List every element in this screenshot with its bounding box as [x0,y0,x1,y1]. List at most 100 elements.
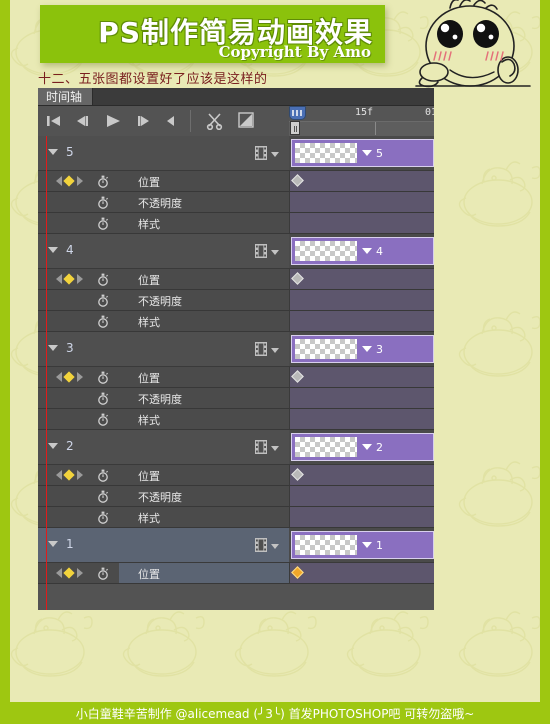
property-name-cell[interactable]: 不透明度 [38,290,289,310]
stopwatch-icon[interactable] [97,175,109,188]
layer-track[interactable]: 3 [289,332,434,366]
filmstrip-icon[interactable] [255,342,267,356]
layer-name-cell[interactable]: 4 [38,234,289,268]
filmstrip-icon[interactable] [255,538,267,552]
stopwatch-icon[interactable] [97,413,109,426]
chevron-down-icon[interactable] [271,152,279,157]
property-track[interactable] [289,192,434,212]
stopwatch-icon[interactable] [97,294,109,307]
layer-row-2[interactable]: 22 [38,430,434,465]
go-to-first-frame-icon[interactable] [46,114,62,128]
next-keyframe-icon[interactable] [77,372,83,382]
chevron-down-icon[interactable] [271,544,279,549]
previous-frame-icon[interactable] [74,114,90,128]
property-track[interactable] [289,486,434,506]
chevron-down-icon[interactable] [48,247,58,253]
previous-keyframe-icon[interactable] [56,470,62,480]
chevron-down-icon[interactable] [362,248,372,254]
add-keyframe-diamond-icon[interactable] [63,469,75,481]
tab-timeline[interactable]: 时间轴 [38,88,94,105]
property-track[interactable] [289,213,434,233]
add-keyframe-diamond-icon[interactable] [63,175,75,187]
property-track[interactable] [289,311,434,331]
stopwatch-icon[interactable] [97,567,109,580]
play-icon[interactable] [104,114,122,128]
property-track[interactable] [289,290,434,310]
filmstrip-icon[interactable] [255,440,267,454]
layer-track[interactable]: 1 [289,528,434,562]
stopwatch-icon[interactable] [97,273,109,286]
add-keyframe-diamond-icon[interactable] [63,567,75,579]
next-keyframe-icon[interactable] [77,470,83,480]
property-name-cell[interactable]: 样式 [38,311,289,331]
stopwatch-icon[interactable] [97,315,109,328]
layer-row-5[interactable]: 55 [38,136,434,171]
next-keyframe-icon[interactable] [77,274,83,284]
property-row[interactable]: 不透明度 [38,388,434,409]
layer-row-4[interactable]: 44 [38,234,434,269]
layer-row-3[interactable]: 33 [38,332,434,367]
previous-keyframe-icon[interactable] [56,176,62,186]
stopwatch-icon[interactable] [97,490,109,503]
property-name-cell[interactable]: 不透明度 [38,192,289,212]
layer-track[interactable]: 5 [289,136,434,170]
layer-name-cell[interactable]: 2 [38,430,289,464]
layer-clip-bar[interactable]: 3 [291,335,434,363]
filmstrip-icon[interactable] [255,244,267,258]
stopwatch-icon[interactable] [97,217,109,230]
property-row[interactable]: 位置 [38,563,434,584]
property-name-cell[interactable]: 样式 [38,213,289,233]
add-keyframe-diamond-icon[interactable] [63,273,75,285]
next-keyframe-icon[interactable] [77,568,83,578]
stopwatch-icon[interactable] [97,392,109,405]
filmstrip-icon[interactable] [255,146,267,160]
layer-clip-bar[interactable]: 2 [291,433,434,461]
layer-track[interactable]: 4 [289,234,434,268]
next-frame-icon[interactable] [136,114,152,128]
property-name-cell[interactable]: 位置 [38,465,289,485]
property-name-cell[interactable]: 位置 [38,269,289,289]
previous-keyframe-icon[interactable] [56,274,62,284]
property-row[interactable]: 位置 [38,465,434,486]
property-row[interactable]: 位置 [38,171,434,192]
add-keyframe-diamond-icon[interactable] [63,371,75,383]
property-row[interactable]: 不透明度 [38,290,434,311]
property-track[interactable] [289,409,434,429]
chevron-down-icon[interactable] [362,542,372,548]
stopwatch-icon[interactable] [97,469,109,482]
property-row[interactable]: 位置 [38,269,434,290]
split-clip-scissors-icon[interactable] [206,112,224,130]
stopwatch-icon[interactable] [97,196,109,209]
chevron-down-icon[interactable] [48,443,58,449]
property-track[interactable] [289,388,434,408]
previous-keyframe-icon[interactable] [56,568,62,578]
property-track[interactable] [289,563,434,583]
stopwatch-icon[interactable] [97,371,109,384]
property-row[interactable]: 样式 [38,409,434,430]
property-track[interactable] [289,465,434,485]
playhead-marker[interactable] [289,106,306,120]
property-row[interactable]: 样式 [38,213,434,234]
keyframe-marker[interactable] [291,566,304,579]
property-name-cell[interactable]: 样式 [38,409,289,429]
layer-name-cell[interactable]: 5 [38,136,289,170]
property-row[interactable]: 不透明度 [38,486,434,507]
chevron-down-icon[interactable] [48,541,58,547]
property-row[interactable]: 位置 [38,367,434,388]
property-row[interactable]: 样式 [38,311,434,332]
property-track[interactable] [289,171,434,191]
property-name-cell[interactable]: 位置 [38,563,289,583]
audio-icon[interactable] [164,114,180,128]
stopwatch-icon[interactable] [97,511,109,524]
property-name-cell[interactable]: 位置 [38,367,289,387]
property-name-cell[interactable]: 不透明度 [38,388,289,408]
chevron-down-icon[interactable] [362,150,372,156]
layer-row-1[interactable]: 11 [38,528,434,563]
property-row[interactable]: 不透明度 [38,192,434,213]
layer-name-cell[interactable]: 3 [38,332,289,366]
layer-clip-bar[interactable]: 1 [291,531,434,559]
layer-name-cell[interactable]: 1 [38,528,289,562]
chevron-down-icon[interactable] [362,346,372,352]
transition-icon[interactable] [238,112,254,128]
chevron-down-icon[interactable] [362,444,372,450]
